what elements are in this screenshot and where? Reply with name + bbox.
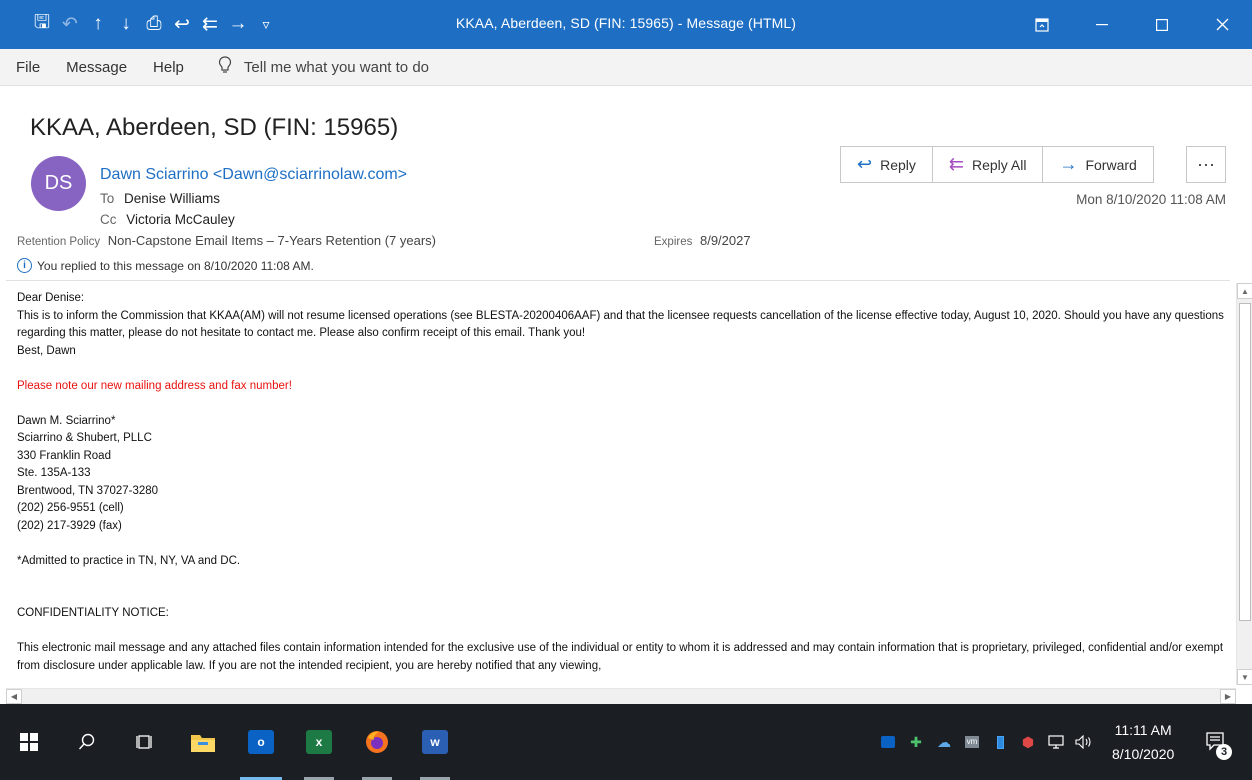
body-paragraph: This is to inform the Commission that KK… [17,309,1224,340]
start-button[interactable] [0,704,58,780]
firefox-icon [366,731,388,753]
network-icon[interactable] [1044,732,1068,752]
message-actions: ↩ Reply ⇇ Reply All → Forward [840,146,1154,183]
retention-policy: Retention Policy Non-Capstone Email Item… [17,233,436,248]
signature-fax: (202) 217-3929 (fax) [17,519,122,532]
clock-date: 8/10/2020 [1112,746,1175,762]
task-view-icon [136,735,152,749]
to-label: To [100,191,115,206]
replied-infobar[interactable]: i You replied to this message on 8/10/20… [17,258,314,273]
vertical-scrollbar[interactable]: ▲ ▼ [1236,283,1252,685]
signature-city: Brentwood, TN 37027-3280 [17,484,159,497]
forward-button[interactable]: → Forward [1043,147,1152,182]
notification-count-badge: 3 [1216,744,1232,760]
reply-icon: ↩ [857,154,873,174]
message-subject: KKAA, Aberdeen, SD (FIN: 15965) [30,114,399,141]
more-actions-button[interactable]: ··· [1186,146,1226,183]
vmware-tray-icon[interactable]: vm [960,732,984,752]
taskbar-outlook[interactable]: o [232,704,290,780]
retention-label: Retention Policy [17,236,101,248]
taskbar-clock[interactable]: 11:11 AM 8/10/2020 [1112,718,1174,766]
message-date: Mon 8/10/2020 11:08 AM [1076,192,1226,207]
closing: Best, Dawn [17,344,76,357]
battery-icon[interactable] [988,732,1012,752]
tell-me-search[interactable]: Tell me what you want to do [218,55,430,79]
scroll-down-icon[interactable]: ▼ [1237,669,1252,685]
search-button[interactable] [58,704,116,780]
scroll-up-icon[interactable]: ▲ [1237,283,1252,299]
menu-help[interactable]: Help [153,59,184,76]
outlook-tray-icon[interactable] [876,732,900,752]
horizontal-scrollbar[interactable]: ◀ ▶ [6,688,1236,704]
signature-cell: (202) 256-9551 (cell) [17,502,124,514]
scroll-right-icon[interactable]: ▶ [1220,689,1236,704]
reply-label: Reply [880,156,916,173]
to-recipient[interactable]: Denise Williams [124,191,220,206]
greeting: Dear Denise: [17,292,85,304]
to-line: To Denise Williams [100,191,220,206]
sender-name[interactable]: Dawn Sciarrino <Dawn@sciarrinolaw.com> [100,166,407,184]
taskbar-firefox[interactable] [348,704,406,780]
volume-icon[interactable] [1072,732,1096,752]
excel-icon: x [306,730,332,754]
expires: Expires 8/9/2027 [654,233,751,248]
cc-line: Cc Victoria McCauley [100,212,235,227]
address-notice: Please note our new mailing address and … [17,379,292,392]
cc-recipient[interactable]: Victoria McCauley [126,212,235,227]
taskbar-file-explorer[interactable] [174,704,232,780]
forward-icon: → [1059,154,1078,174]
windows-logo-icon [20,733,38,751]
close-icon[interactable] [1192,0,1252,49]
message-body: Dear Denise: This is to inform the Commi… [17,290,1232,688]
reply-all-button[interactable]: ⇇ Reply All [933,147,1044,182]
minimize-icon[interactable] [1072,0,1132,49]
confidentiality-text: This electronic mail message and any att… [17,642,1224,672]
search-icon [78,733,95,750]
scroll-left-icon[interactable]: ◀ [6,689,22,704]
security-alert-icon[interactable]: ⬢ [1016,732,1040,752]
replied-note: You replied to this message on 8/10/2020… [37,258,314,273]
signature-address-line1: 330 Franklin Road [17,449,111,462]
tell-me-text: Tell me what you want to do [243,58,430,76]
lightbulb-icon [218,55,232,79]
menu-file[interactable]: File [16,59,40,76]
retention-value: Non-Capstone Email Items – 7-Years Reten… [107,233,437,248]
shield-tray-icon[interactable]: ✚ [904,732,928,752]
info-icon: i [17,258,32,273]
taskbar-excel[interactable]: x [290,704,348,780]
title-bar: 🖫 ↶ ↑ ↓ ⎙ ↩ ⇇ → ▿ KKAA, Aberdeen, SD (FI… [0,0,1252,49]
window-controls [1012,0,1252,49]
expires-value: 8/9/2027 [699,233,751,248]
folder-icon [191,735,215,752]
signature-address-line2: Ste. 135A-133 [17,467,91,479]
menu-bar: File Message Help Tell me what you want … [0,49,1252,86]
clock-time: 11:11 AM [1114,722,1172,738]
admitted-note: *Admitted to practice in TN, NY, VA and … [17,554,241,567]
reply-button[interactable]: ↩ Reply [841,147,933,182]
confidentiality-heading: CONFIDENTIALITY NOTICE: [17,607,169,619]
onedrive-sync-icon[interactable]: ☁ [932,732,956,752]
signature-name: Dawn M. Sciarrino* [17,414,116,427]
header-divider [6,280,1230,281]
menu-message[interactable]: Message [66,59,127,76]
signature-firm: Sciarrino & Shubert, PLLC [17,432,152,444]
action-center-button[interactable]: 3 [1204,726,1232,760]
avatar[interactable]: DS [31,156,86,211]
forward-label: Forward [1085,156,1137,173]
system-tray: ✚ ☁ vm ⬢ [876,704,1100,780]
ribbon-display-options-icon[interactable] [1012,0,1072,49]
taskbar: o x w ✚ ☁ vm ⬢ 11:11 AM 8/10/2020 3 [0,704,1252,780]
expires-label: Expires [654,236,693,248]
reply-all-icon: ⇇ [948,154,964,174]
scroll-thumb[interactable] [1239,303,1251,621]
taskbar-word[interactable]: w [406,704,464,780]
reply-all-label: Reply All [971,156,1027,173]
maximize-icon[interactable] [1132,0,1192,49]
outlook-icon: o [248,730,274,754]
word-icon: w [422,730,448,754]
cc-label: Cc [100,212,117,227]
task-view-button[interactable] [116,704,174,780]
